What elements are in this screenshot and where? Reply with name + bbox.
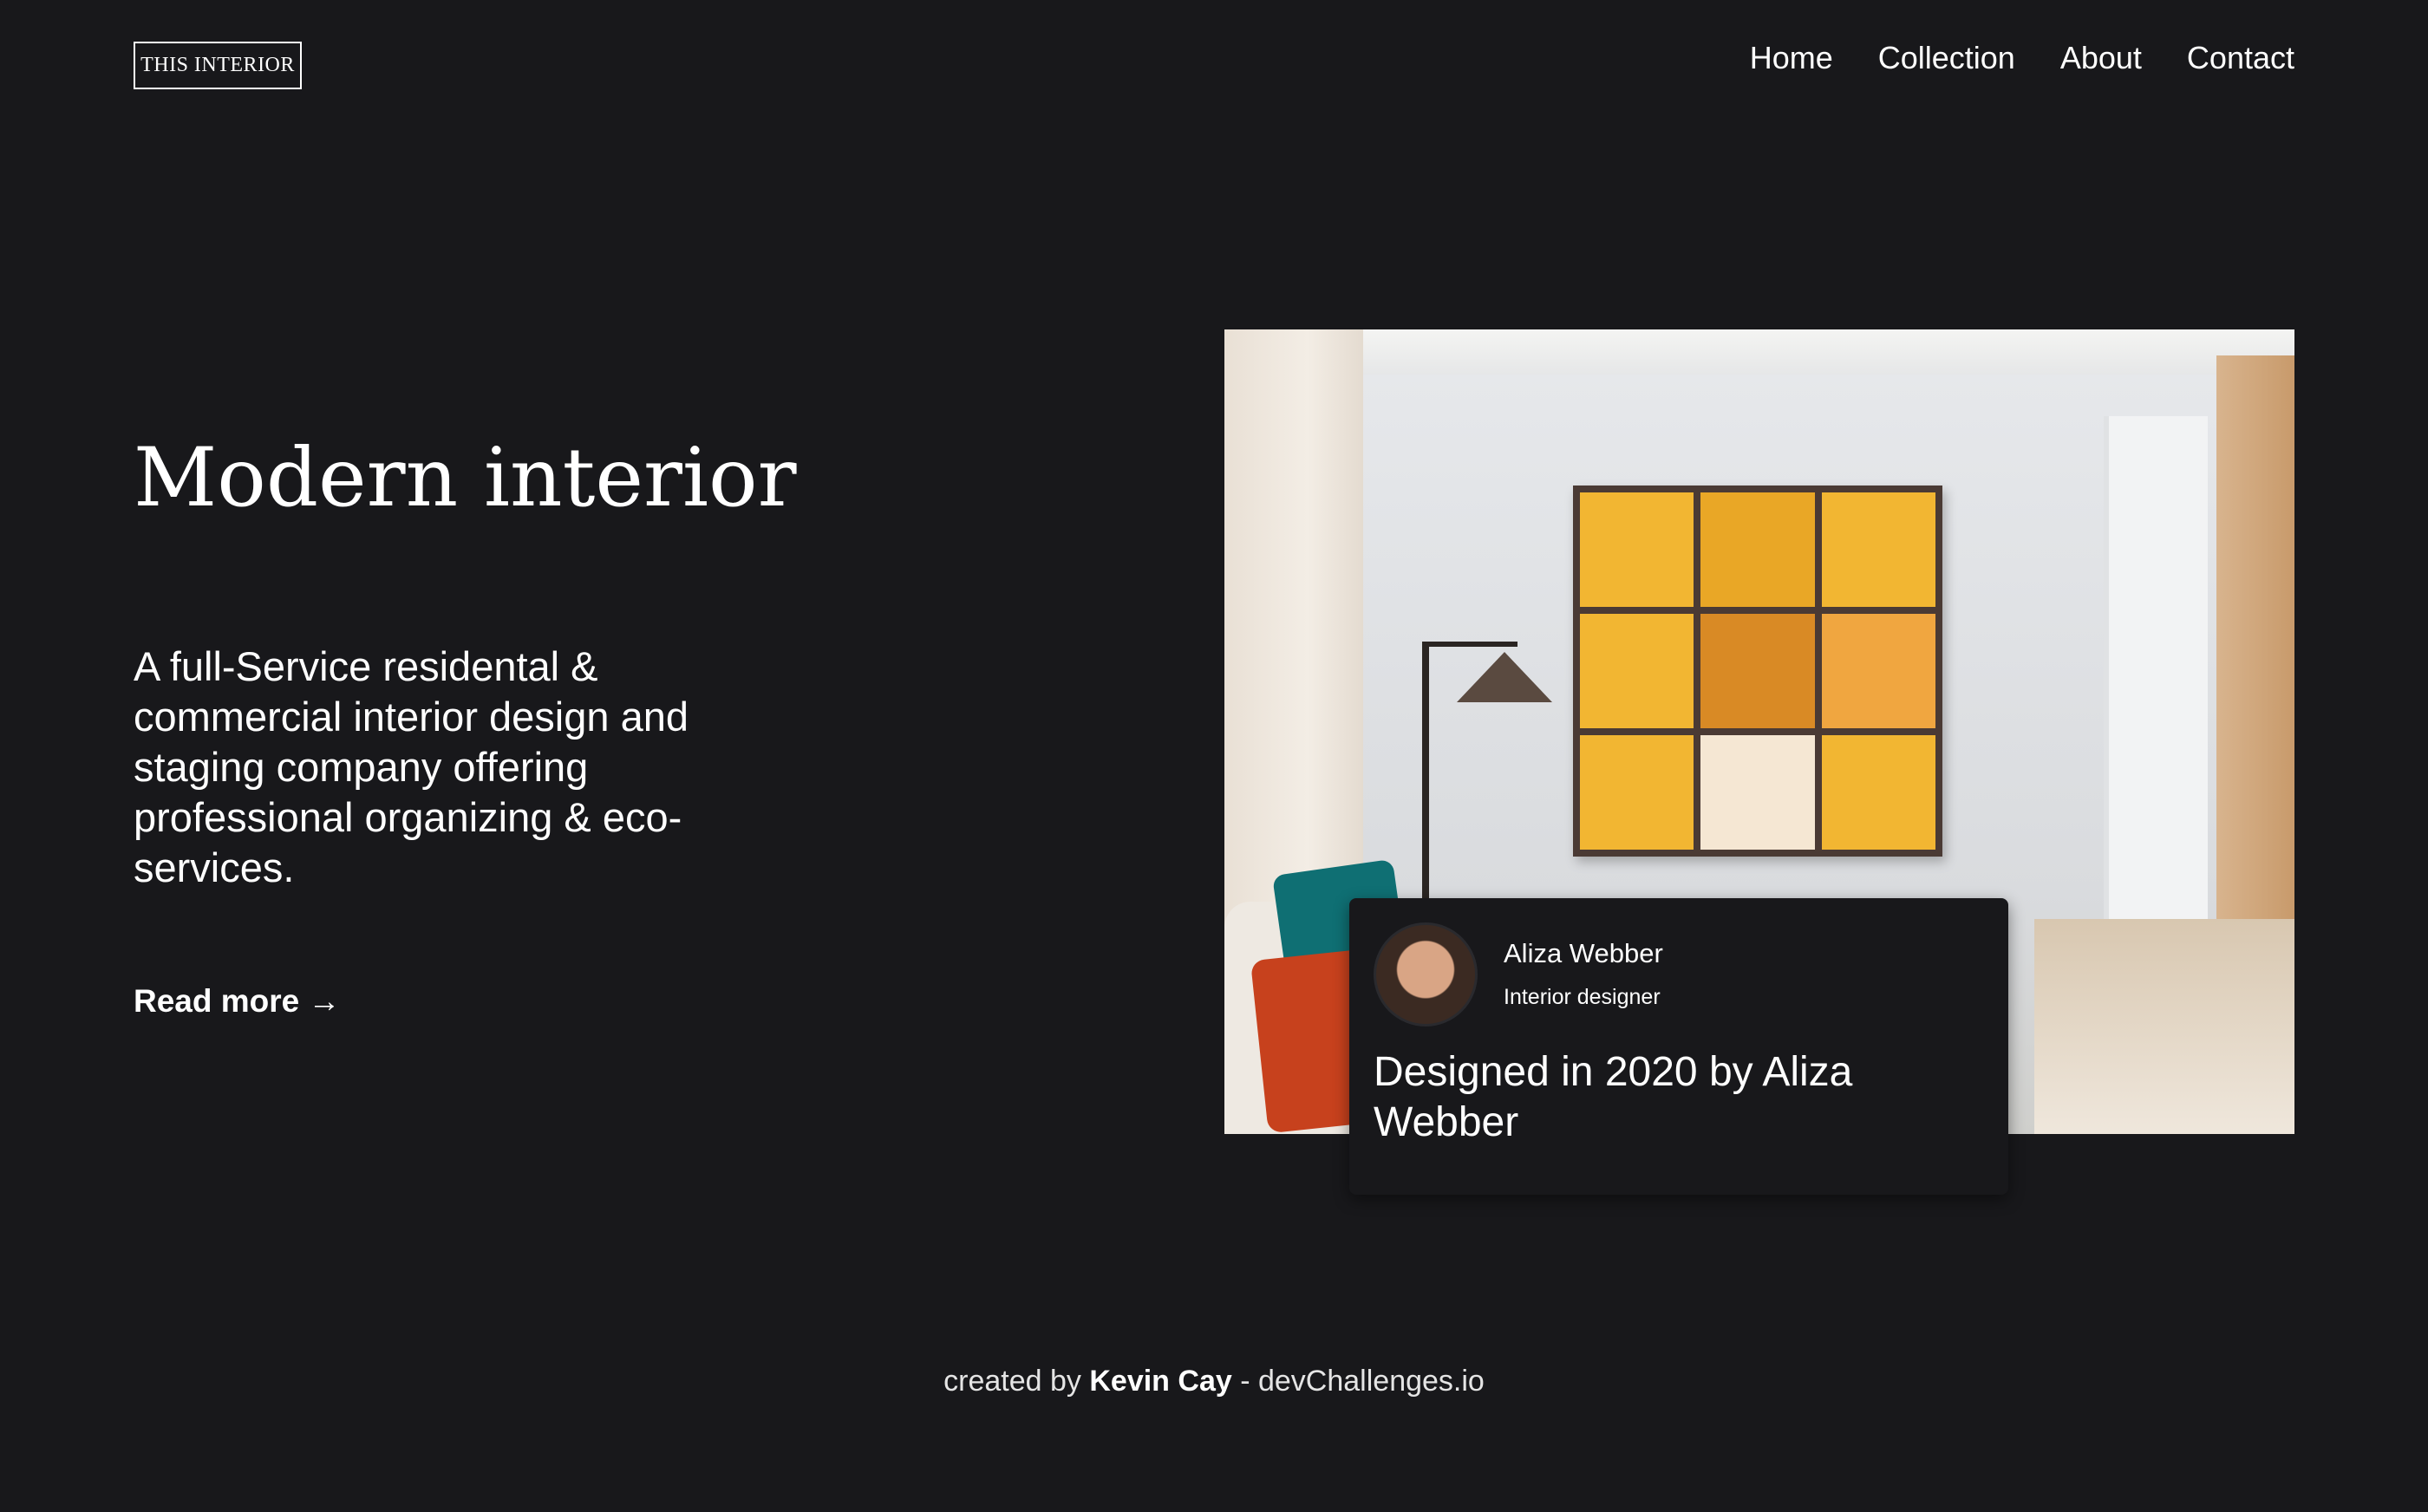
nav-home[interactable]: Home	[1750, 40, 1833, 76]
footer-suffix: - devChallenges.io	[1240, 1365, 1485, 1398]
nav-about[interactable]: About	[2060, 40, 2142, 76]
image-wall-art	[1573, 486, 1942, 857]
hero-title: Modern interior	[134, 431, 797, 525]
nav-collection[interactable]: Collection	[1878, 40, 2015, 76]
nav-contact[interactable]: Contact	[2187, 40, 2294, 76]
card-caption: Designed in 2020 by Aliza Webber	[1374, 1049, 1853, 1145]
designer-avatar	[1374, 922, 1478, 1026]
site-logo[interactable]: THIS INTERIOR	[134, 42, 302, 89]
site-footer: created by Kevin Cay - devChallenges.io	[0, 1365, 2428, 1398]
footer-author: Kevin Cay	[1089, 1365, 1232, 1398]
read-more-link[interactable]: Read more →	[134, 983, 341, 1020]
footer-prefix: created by	[943, 1365, 1081, 1398]
image-desk	[2034, 919, 2294, 1134]
hero-description: A full-Service residental & commercial i…	[134, 643, 689, 890]
designer-name: Aliza Webber	[1504, 938, 1663, 968]
designer-card: Aliza Webber Interior designer Designed …	[1349, 898, 2008, 1195]
main-nav: Home Collection About Contact	[1750, 40, 2294, 76]
designer-role: Interior designer	[1504, 985, 1661, 1009]
image-ceiling	[1224, 329, 2294, 375]
